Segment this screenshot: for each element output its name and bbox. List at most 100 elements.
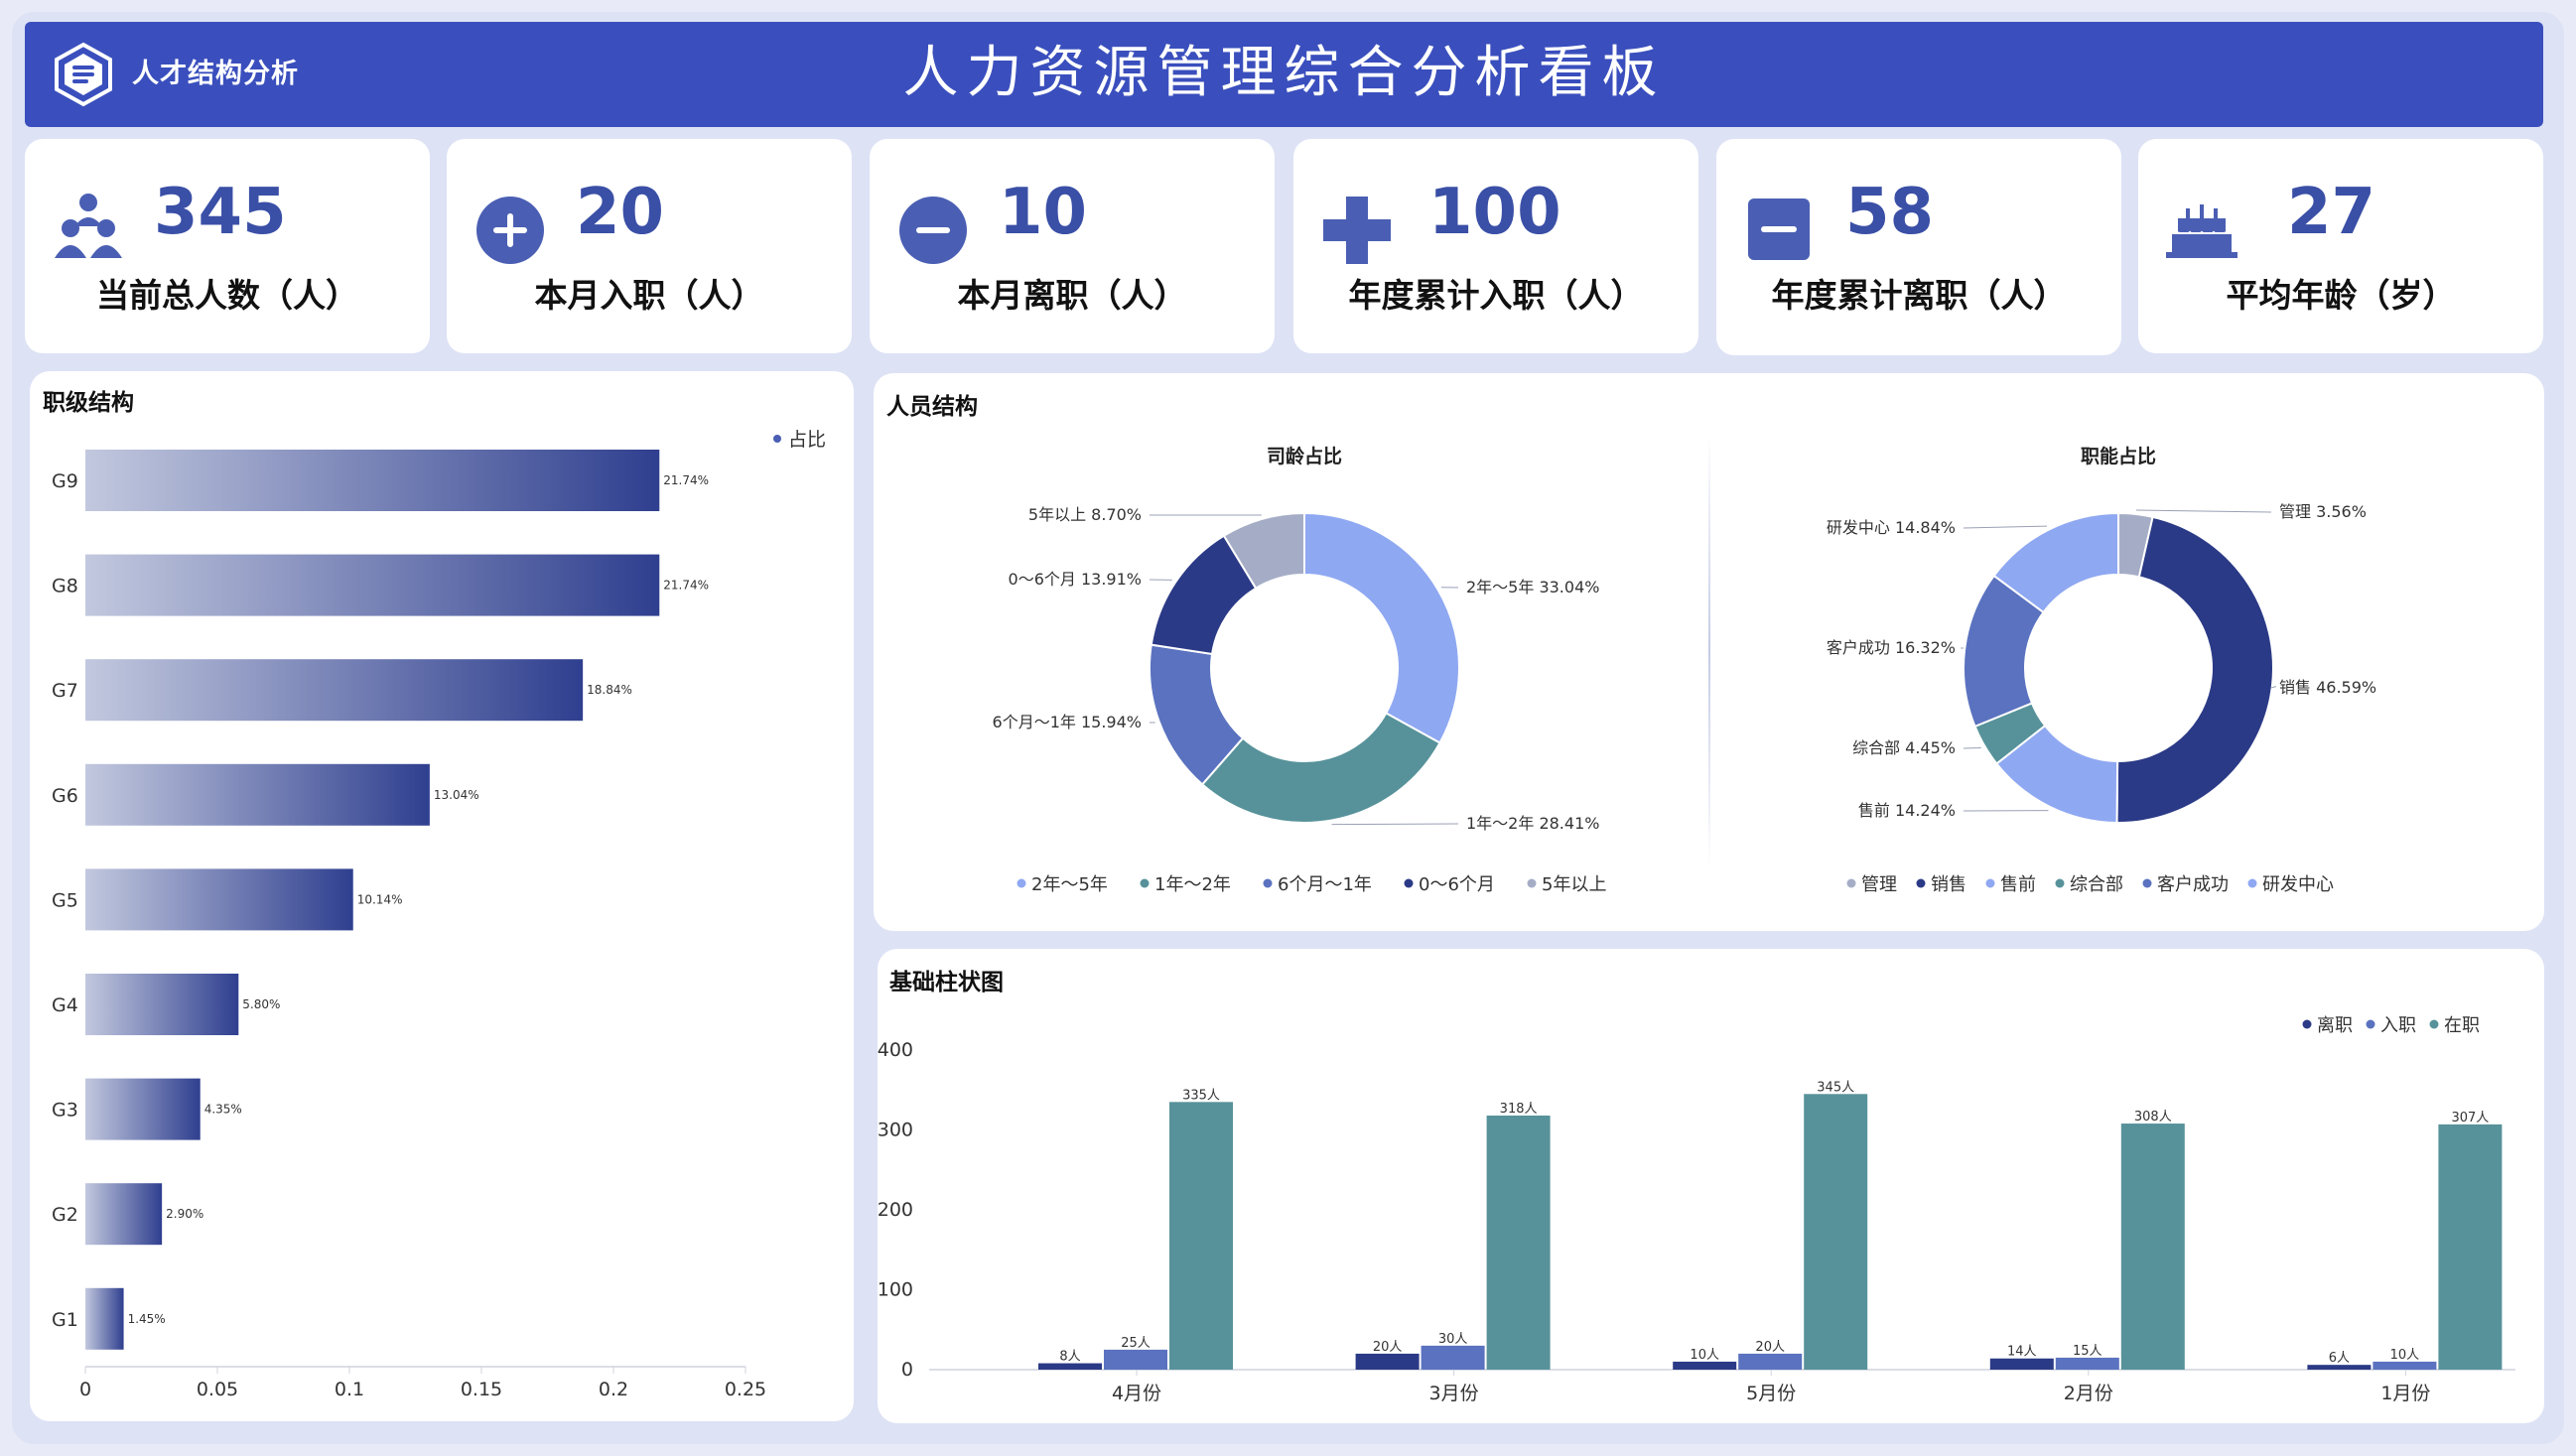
legend-label: 在职: [2444, 1015, 2480, 1036]
header-bar: 人才结构分析 人力资源管理综合分析看板: [25, 22, 2543, 127]
bar: [85, 659, 584, 722]
data-label: 10人: [2390, 1348, 2420, 1363]
bar: [2438, 1124, 2503, 1370]
kpi-value: 345: [154, 176, 287, 249]
slice-label: 销售 46.59%: [2279, 678, 2376, 697]
kpi-card-month-leave: 10 本月离职（人）: [870, 139, 1275, 353]
donut-title: 司龄占比: [1267, 445, 1342, 467]
legend-label: 占比: [788, 429, 826, 451]
bar: [2120, 1124, 2185, 1370]
legend-marker: [1916, 878, 1926, 888]
page-title: 人力资源管理综合分析看板: [902, 41, 1666, 105]
slice-label: 客户成功 16.32%: [1827, 638, 1956, 657]
legend-label: 1年～2年: [1154, 874, 1231, 895]
leader-line: [1331, 823, 1459, 826]
bar: [85, 1078, 201, 1140]
bar: [85, 974, 239, 1035]
legend-label: 综合部: [2070, 874, 2123, 895]
kpi-card-year-hire: 100 年度累计入职（人）: [1293, 139, 1698, 353]
y-tick-label: 100: [878, 1279, 913, 1301]
y-tick-label: 200: [878, 1199, 913, 1221]
x-tick-label: 0: [79, 1379, 91, 1400]
legend-marker: [1017, 878, 1026, 888]
x-tick-label: 0.2: [599, 1379, 628, 1400]
y-tick-label: G3: [52, 1100, 78, 1122]
y-tick-label: G2: [52, 1204, 78, 1226]
level-structure-panel: 职级结构 占比 0 0.05 0.1 0.15 0.2 0.25 G9 21.74% G8 21.7…: [30, 371, 854, 1421]
legend-label: 入职: [2380, 1015, 2416, 1036]
data-label: 20人: [1373, 1340, 1403, 1355]
data-label: 18.84%: [587, 683, 632, 697]
bar: [1804, 1094, 1868, 1370]
data-label: 21.74%: [663, 579, 709, 593]
bar: [85, 554, 660, 616]
slice-label: 综合部 4.45%: [1852, 738, 1956, 757]
bar: [85, 450, 660, 511]
data-label: 2.90%: [166, 1207, 203, 1221]
data-label: 20人: [1755, 1340, 1785, 1355]
legend-label: 客户成功: [2157, 874, 2229, 895]
slice-label: 0～6个月 13.91%: [1009, 570, 1142, 589]
bar: [85, 868, 353, 931]
level-bar-chart: 占比 0 0.05 0.1 0.15 0.2 0.25 G9 21.74% G8 21.74% G7 1…: [52, 429, 826, 1400]
kpi-label: 年度累计离职（人）: [1771, 276, 2067, 315]
kpi-label: 年度累计入职（人）: [1348, 276, 1644, 315]
people-group-icon: [55, 194, 122, 258]
legend-label: 2年～5年: [1031, 874, 1108, 895]
x-tick-label: 2月份: [2064, 1383, 2113, 1404]
kpi-label: 平均年龄（岁）: [2226, 276, 2456, 315]
bar: [1104, 1349, 1167, 1370]
x-tick-label: 5月份: [1746, 1383, 1796, 1404]
y-tick-label: 0: [901, 1359, 913, 1381]
x-tick-label: 0.15: [461, 1379, 502, 1400]
basic-bar-panel: 基础柱状图 离职 入职 在职 0 100 200 300 400 8人 25人 335人 4月份 20人…: [878, 949, 2544, 1423]
legend-label: 6个月～1年: [1278, 874, 1372, 895]
bar: [1421, 1345, 1485, 1370]
slice-label: 研发中心 14.84%: [1827, 518, 1956, 537]
data-label: 1.45%: [128, 1312, 166, 1326]
x-tick-label: 1月份: [2380, 1383, 2430, 1404]
legend-label: 5年以上: [1542, 874, 1606, 895]
legend-marker: [1846, 878, 1856, 888]
leader-line: [2135, 509, 2272, 513]
legend-marker: [1527, 878, 1537, 888]
people-structure-panel: 人员结构 司龄占比 2年～5年 33.04% 1年～2年 28.41% 6个月～1年 …: [874, 373, 2544, 931]
kpi-value: 100: [1428, 176, 1561, 249]
donut-title: 职能占比: [2081, 445, 2156, 467]
legend-marker: [773, 435, 781, 443]
data-label: 21.74%: [663, 473, 709, 487]
slice-label: 售前 14.24%: [1858, 801, 1956, 820]
bar: [2373, 1361, 2437, 1370]
y-tick-label: G1: [52, 1309, 78, 1331]
slice-label: 6个月～1年 15.94%: [993, 713, 1142, 731]
data-label: 8人: [1059, 1350, 1080, 1365]
bar: [85, 1183, 163, 1246]
kpi-label: 本月入职（人）: [534, 276, 764, 315]
kpi-value: 27: [2287, 176, 2376, 249]
legend-marker: [2366, 1019, 2375, 1029]
y-tick-label: G8: [52, 576, 78, 597]
legend-marker: [1140, 878, 1150, 888]
data-label: 307人: [2451, 1111, 2489, 1125]
data-label: 4.35%: [204, 1103, 242, 1117]
bar: [1673, 1361, 1737, 1370]
kpi-value: 58: [1845, 176, 1935, 249]
legend-marker: [2429, 1019, 2439, 1029]
x-tick-label: 0.1: [335, 1379, 364, 1400]
y-tick-label: 400: [878, 1039, 913, 1061]
legend-marker: [2055, 878, 2065, 888]
kpi-label: 本月离职（人）: [957, 276, 1187, 315]
data-label: 345人: [1817, 1080, 1854, 1095]
slice-label: 2年～5年 33.04%: [1466, 578, 1599, 596]
legend-marker: [1263, 878, 1273, 888]
data-label: 30人: [1438, 1332, 1468, 1347]
leader-line: [1963, 525, 2048, 529]
leader-line: [1963, 746, 1981, 749]
bar: [1355, 1353, 1420, 1370]
data-label: 318人: [1500, 1102, 1538, 1117]
y-tick-label: G6: [52, 785, 78, 807]
y-tick-label: G4: [52, 994, 78, 1016]
data-label: 10.14%: [357, 892, 403, 906]
x-tick-label: 4月份: [1112, 1383, 1161, 1404]
kpi-value: 20: [576, 176, 665, 249]
